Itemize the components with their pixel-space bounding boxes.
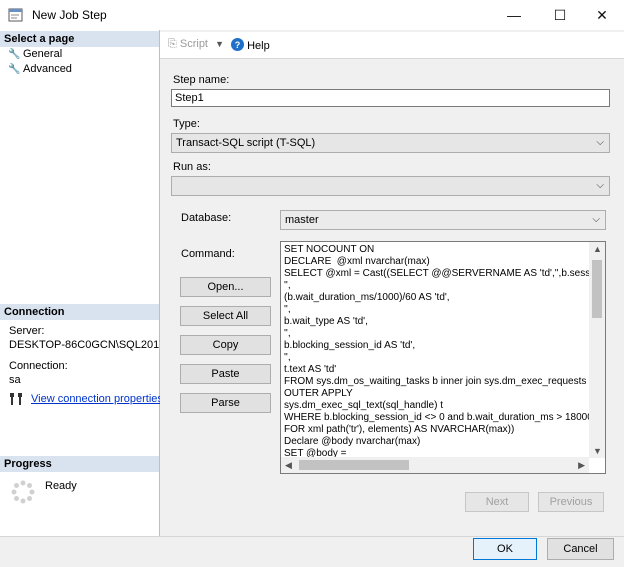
paste-button[interactable]: Paste bbox=[180, 364, 271, 384]
vertical-scrollbar[interactable]: ▲ ▼ bbox=[589, 242, 605, 458]
title-bar: New Job Step — ☐ ✕ bbox=[0, 0, 624, 31]
svg-text:?: ? bbox=[235, 40, 241, 50]
select-page-header: Select a page bbox=[0, 31, 159, 47]
connection-header: Connection bbox=[0, 304, 159, 320]
server-value: DESKTOP-86C0GCN\SQL2017 bbox=[9, 339, 166, 351]
chevron-down-icon: ⌵ bbox=[592, 214, 600, 225]
help-icon: ? bbox=[231, 38, 244, 51]
scroll-right-icon[interactable]: ▶ bbox=[578, 460, 585, 471]
job-step-icon bbox=[8, 8, 23, 22]
view-connection-properties-link[interactable]: View connection properties bbox=[31, 392, 163, 406]
type-label: Type: bbox=[173, 118, 200, 130]
database-label: Database: bbox=[181, 212, 232, 224]
page-item-label: Advanced bbox=[23, 63, 72, 75]
copy-button[interactable]: Copy bbox=[180, 335, 271, 355]
run-as-label: Run as: bbox=[173, 161, 211, 173]
scroll-left-icon[interactable]: ◀ bbox=[285, 460, 292, 471]
scroll-down-icon[interactable]: ▼ bbox=[593, 446, 602, 456]
server-label: Server: bbox=[9, 325, 45, 337]
next-button[interactable]: Next bbox=[465, 492, 529, 512]
window-title: New Job Step bbox=[32, 8, 107, 22]
vertical-scroll-thumb[interactable] bbox=[592, 260, 602, 318]
horizontal-scrollbar[interactable]: ◀ ▶ bbox=[281, 457, 589, 473]
connection-label: Connection: bbox=[9, 360, 68, 372]
cancel-button[interactable]: Cancel bbox=[547, 538, 614, 560]
wrench-icon: 🔧 bbox=[8, 64, 21, 75]
command-label: Command: bbox=[181, 248, 235, 260]
horizontal-scroll-thumb[interactable] bbox=[299, 460, 409, 470]
run-as-select[interactable]: ⌵ bbox=[171, 176, 610, 196]
page-item-general[interactable]: 🔧 General bbox=[8, 47, 62, 62]
parse-button[interactable]: Parse bbox=[180, 393, 271, 413]
command-text[interactable]: SET NOCOUNT ON DECLARE @xml nvarchar(max… bbox=[284, 244, 589, 458]
wrench-icon: 🔧 bbox=[8, 49, 21, 60]
progress-status: Ready bbox=[45, 480, 77, 492]
select-all-button[interactable]: Select All bbox=[180, 306, 271, 326]
progress-header: Progress bbox=[0, 456, 159, 472]
database-select[interactable]: master ⌵ bbox=[280, 210, 606, 230]
step-name-input[interactable]: Step1 bbox=[171, 89, 610, 107]
command-textarea[interactable]: SET NOCOUNT ON DECLARE @xml nvarchar(max… bbox=[280, 241, 606, 474]
minimize-button[interactable]: — bbox=[492, 0, 536, 30]
close-button[interactable]: ✕ bbox=[580, 0, 624, 30]
page-item-advanced[interactable]: 🔧 Advanced bbox=[8, 62, 72, 77]
script-label: Script bbox=[179, 38, 208, 50]
script-icon: ⎘ bbox=[168, 38, 177, 50]
open-button[interactable]: Open... bbox=[180, 277, 271, 297]
progress-spinner-icon bbox=[11, 480, 35, 504]
maximize-button[interactable]: ☐ bbox=[538, 0, 582, 30]
database-select-value: master bbox=[285, 214, 319, 226]
chevron-down-icon: ⌵ bbox=[596, 137, 604, 148]
help-label: Help bbox=[247, 40, 270, 52]
ok-button[interactable]: OK bbox=[473, 538, 537, 560]
type-select[interactable]: Transact-SQL script (T-SQL) ⌵ bbox=[171, 133, 610, 153]
connection-properties-icon bbox=[10, 393, 22, 405]
help-button[interactable]: ? Help bbox=[231, 38, 270, 52]
previous-button[interactable]: Previous bbox=[538, 492, 604, 512]
chevron-down-icon[interactable]: ▼ bbox=[215, 39, 224, 49]
page-item-label: General bbox=[23, 48, 63, 60]
script-button[interactable]: ⎘ Script ▼ bbox=[168, 38, 224, 51]
view-connection-properties-text[interactable]: View connection properties bbox=[31, 393, 163, 405]
connection-value: sa bbox=[9, 374, 21, 386]
scroll-up-icon[interactable]: ▲ bbox=[593, 244, 602, 254]
step-name-label: Step name: bbox=[173, 74, 230, 86]
type-select-value: Transact-SQL script (T-SQL) bbox=[176, 137, 316, 149]
toolbar bbox=[160, 32, 624, 59]
chevron-down-icon: ⌵ bbox=[596, 180, 604, 191]
